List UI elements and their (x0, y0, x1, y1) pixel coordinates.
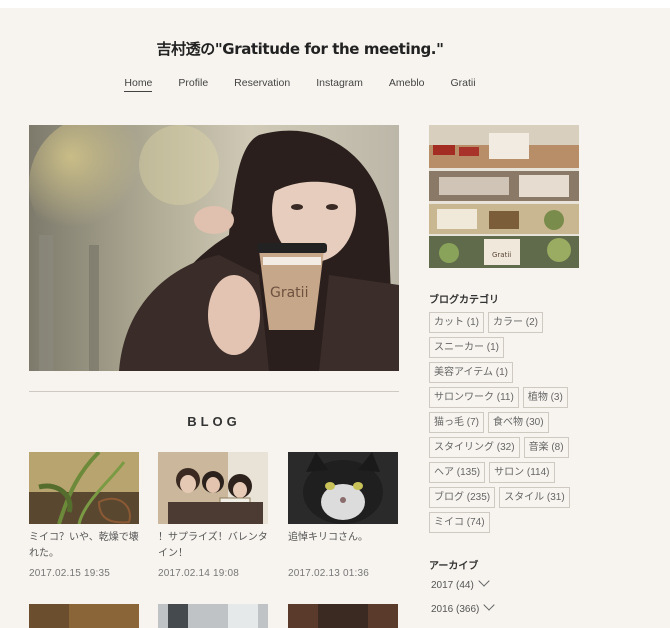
category-tag[interactable]: カット (1) (429, 312, 484, 333)
post-title[interactable]: ！サプライズ！バレンタイン！ (158, 530, 268, 562)
post-date: 2017.02.14 19:08 (158, 568, 240, 579)
category-tag[interactable]: カラー (2) (488, 312, 543, 333)
hero-image: Gratii (29, 125, 399, 371)
divider (29, 391, 399, 392)
category-tag[interactable]: ブログ (235) (429, 487, 496, 508)
category-tag[interactable]: 植物 (3) (522, 387, 568, 408)
nav-profile[interactable]: Profile (178, 77, 208, 92)
banner-logo: Gratii (492, 251, 511, 259)
category-tag[interactable]: 美容アイテム (1) (429, 362, 513, 383)
post-thumbnail[interactable] (288, 452, 398, 524)
main-nav: Home Profile Reservation Instagram Amebl… (0, 77, 600, 92)
top-band (0, 0, 670, 8)
nav-ameblo[interactable]: Ameblo (389, 77, 425, 92)
category-tag[interactable]: 猫っ毛 (7) (429, 412, 484, 433)
archive-heading: アーカイブ (429, 561, 479, 572)
nav-home[interactable]: Home (124, 77, 153, 92)
category-tag[interactable]: スニーカー (1) (429, 337, 504, 358)
category-tags: カット (1) カラー (2) スニーカー (1) 美容アイテム (1) サロン… (429, 312, 589, 533)
category-tag[interactable]: サロン (114) (489, 462, 555, 483)
post-title[interactable]: ミイコ？いや、乾燥で壊れた。 (29, 530, 139, 562)
archive-label[interactable]: 2016 (366) (431, 604, 479, 615)
category-tag[interactable]: サロンワーク (11) (429, 387, 519, 408)
salon-banner[interactable]: Gratii (429, 125, 579, 268)
nav-gratii[interactable]: Gratii (451, 77, 476, 92)
blog-post-card[interactable]: ミイコ？いや、乾燥で壊れた。 2017.02.15 19:35 (29, 452, 139, 579)
post-thumbnail[interactable] (29, 604, 139, 628)
blog-post-card[interactable]: ！サプライズ！バレンタイン！ 2017.02.14 19:08 (158, 452, 268, 579)
chevron-down-icon[interactable] (483, 599, 496, 611)
post-thumbnail[interactable] (29, 452, 139, 524)
blog-heading: BLOG (187, 414, 241, 429)
category-tag[interactable]: スタイリング (32) (429, 437, 520, 458)
category-tag[interactable]: ミイコ (74) (429, 512, 490, 533)
archive-item[interactable]: 2016 (366) (431, 599, 496, 615)
post-title[interactable]: 追悼キリコさん。 (288, 530, 398, 562)
post-thumbnail[interactable] (158, 604, 268, 628)
post-date: 2017.02.15 19:35 (29, 568, 111, 579)
category-tag[interactable]: ヘア (135) (429, 462, 486, 483)
site-title[interactable]: 吉村透の"Gratitude for the meeting." (0, 38, 600, 59)
post-date: 2017.02.13 01:36 (288, 568, 370, 579)
category-tag[interactable]: 食べ物 (30) (488, 412, 549, 433)
chevron-down-icon[interactable] (478, 575, 490, 587)
nav-reservation[interactable]: Reservation (234, 77, 290, 92)
blog-post-card[interactable]: 追悼キリコさん。 2017.02.13 01:36 (288, 452, 398, 579)
post-thumbnail[interactable] (158, 452, 268, 524)
archive-item[interactable]: 2017 (44) (431, 575, 490, 591)
archive-label[interactable]: 2017 (44) (431, 580, 474, 591)
nav-instagram[interactable]: Instagram (316, 77, 363, 92)
category-tag[interactable]: スタイル (31) (499, 487, 570, 508)
category-tag[interactable]: 音楽 (8) (523, 437, 569, 458)
category-heading: ブログカテゴリ (429, 295, 499, 306)
post-thumbnail[interactable] (288, 604, 398, 628)
cup-label: Gratii (270, 285, 308, 301)
